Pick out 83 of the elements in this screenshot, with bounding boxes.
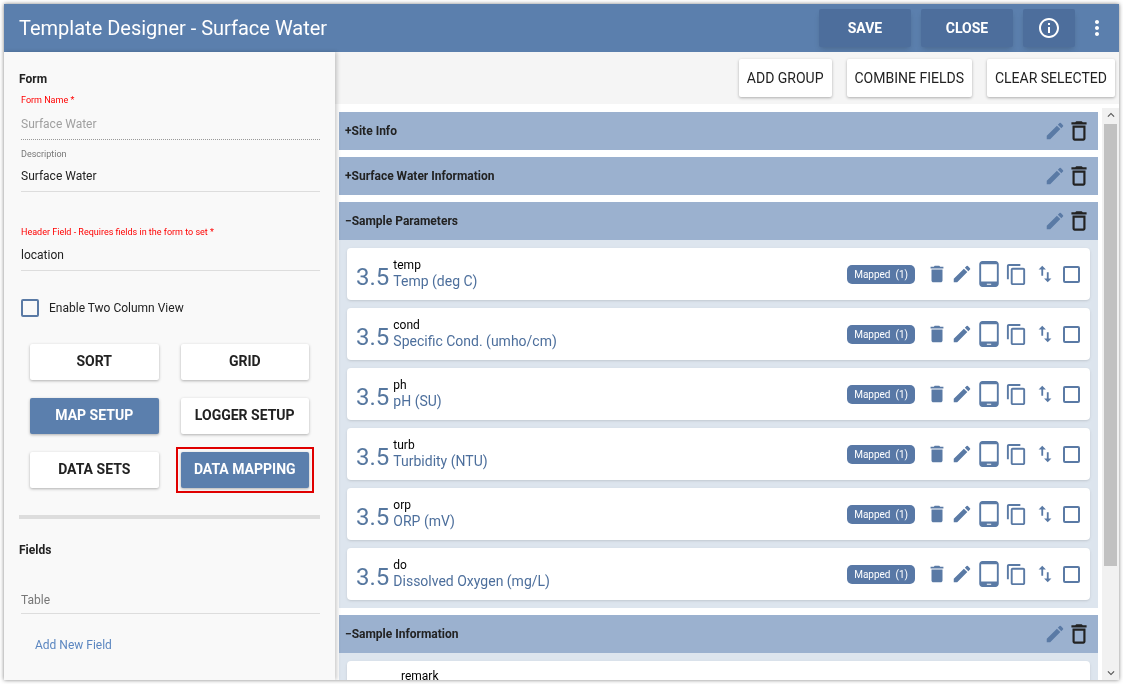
edit-icon[interactable]: [951, 443, 973, 465]
field-label: Specific Cond. (umho/cm): [393, 332, 557, 351]
select-checkbox[interactable]: [1063, 265, 1080, 283]
select-checkbox[interactable]: [1063, 385, 1080, 403]
select-checkbox[interactable]: [1063, 505, 1080, 523]
field-code: cond: [393, 317, 421, 333]
panel-button[interactable]: SORT: [30, 343, 159, 380]
tablet-icon[interactable]: [976, 381, 1002, 407]
panel-button[interactable]: DATA MAPPING: [180, 451, 309, 488]
field-code: temp: [393, 257, 422, 273]
select-checkbox[interactable]: [1063, 565, 1080, 583]
copy-icon[interactable]: [1005, 562, 1028, 586]
header-field[interactable]: location: [21, 239, 320, 271]
field-code: do: [393, 557, 408, 573]
tablet-icon[interactable]: [976, 441, 1002, 467]
field-number: 3.5: [356, 385, 390, 409]
group-title: −Sample Information: [345, 626, 459, 643]
toolbar-button[interactable]: CLEAR SELECTED: [986, 59, 1115, 97]
field-code: remark: [401, 669, 439, 680]
mapped-badge: Mapped (1): [847, 264, 915, 284]
panel-button[interactable]: LOGGER SETUP: [180, 397, 309, 434]
mapped-badge: Mapped (1): [847, 384, 915, 404]
table-field[interactable]: Table: [21, 590, 320, 614]
two-column-checkbox[interactable]: [21, 298, 39, 317]
group-header[interactable]: −Sample Parameters: [339, 202, 1098, 240]
field-label: Form Name *: [21, 94, 76, 107]
group-header[interactable]: +Surface Water Information: [339, 157, 1098, 195]
edit-icon[interactable]: [951, 563, 973, 585]
field-label: Turbidity (NTU): [393, 452, 488, 471]
description-field[interactable]: Surface Water: [21, 161, 320, 192]
tablet-icon[interactable]: [976, 501, 1002, 527]
field-label: ORP (mV): [393, 512, 455, 531]
field-label: Header Field - Requires fields in the form to set *: [21, 226, 215, 239]
copy-icon[interactable]: [1005, 262, 1028, 286]
field-number: 3.5: [356, 565, 390, 589]
select-checkbox[interactable]: [1063, 325, 1080, 343]
info-icon: [1037, 16, 1061, 40]
info-button[interactable]: [1023, 9, 1075, 47]
copy-icon[interactable]: [1005, 502, 1028, 526]
mapped-badge: Mapped (1): [847, 564, 915, 584]
window-title: Template Designer - Surface Water: [19, 15, 328, 42]
field-code: orp: [393, 497, 412, 513]
field-number: 3.5: [356, 325, 390, 349]
field-label: Temp (deg C): [393, 272, 478, 291]
mapped-badge: Mapped (1): [847, 324, 915, 344]
group-title: +Site Info: [345, 123, 397, 140]
section-heading: Fields: [19, 541, 53, 559]
field-label: Dissolved Oxygen (mg/L): [393, 572, 550, 591]
panel-button[interactable]: DATA SETS: [30, 451, 159, 488]
header-button[interactable]: CLOSE: [921, 9, 1013, 47]
group-header[interactable]: −Sample Information: [339, 615, 1098, 653]
field-code: turb: [393, 437, 416, 453]
tablet-icon[interactable]: [976, 321, 1002, 347]
checkbox-label: Enable Two Column View: [49, 299, 184, 317]
add-field-link[interactable]: Add New Field: [35, 635, 320, 654]
field-number: 3.5: [356, 445, 390, 469]
field-number: 3.5: [356, 265, 390, 289]
scrollbar[interactable]: [1102, 108, 1119, 680]
header-button[interactable]: SAVE: [819, 9, 911, 47]
group-header[interactable]: +Site Info: [339, 112, 1098, 150]
edit-icon[interactable]: [951, 503, 973, 525]
field-label: pH (SU): [393, 392, 442, 411]
edit-icon[interactable]: [951, 383, 973, 405]
field-label: Description: [21, 147, 68, 161]
group-title: −Sample Parameters: [345, 213, 458, 230]
copy-icon[interactable]: [1005, 322, 1028, 346]
field-code: ph: [393, 377, 408, 393]
select-checkbox[interactable]: [1063, 445, 1080, 463]
copy-icon[interactable]: [1005, 442, 1028, 466]
tablet-icon[interactable]: [976, 561, 1002, 587]
panel-button[interactable]: MAP SETUP: [30, 397, 159, 434]
toolbar-button[interactable]: COMBINE FIELDS: [846, 59, 972, 97]
mapped-badge: Mapped (1): [847, 444, 915, 464]
field-number: 3.5: [356, 505, 390, 529]
edit-icon[interactable]: [951, 263, 973, 285]
panel-button[interactable]: GRID: [180, 343, 309, 380]
toolbar-button[interactable]: ADD GROUP: [738, 59, 832, 97]
edit-icon[interactable]: [951, 323, 973, 345]
tablet-icon[interactable]: [976, 261, 1002, 287]
section-heading: Form: [19, 71, 49, 88]
group-title: +Surface Water Information: [345, 168, 495, 185]
mapped-badge: Mapped (1): [847, 504, 915, 524]
copy-icon[interactable]: [1005, 382, 1028, 406]
